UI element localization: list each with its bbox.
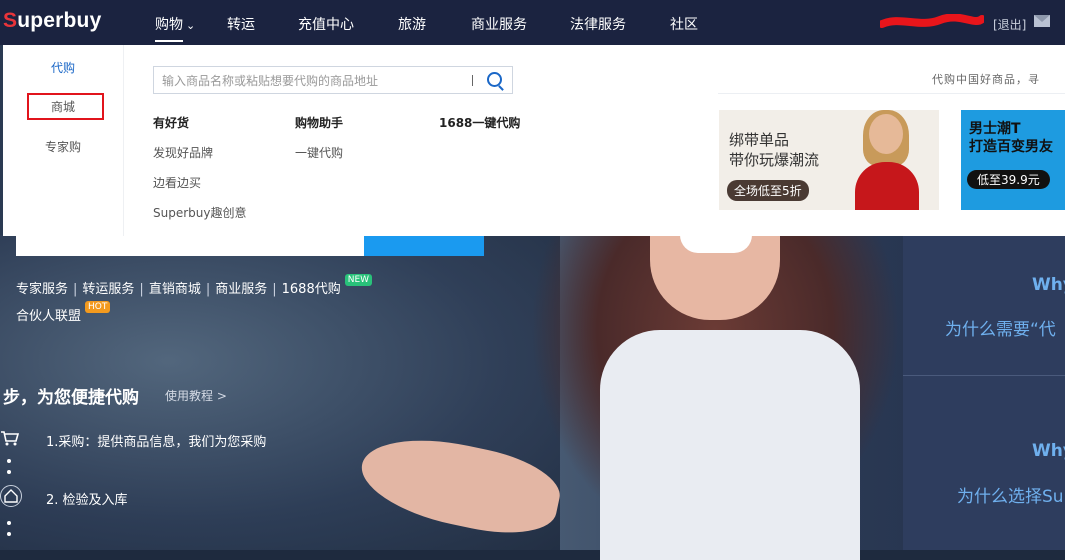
nav-recharge-center[interactable]: 充值中心 [298,14,354,34]
step-dot [7,532,11,536]
why-subheading-2[interactable]: 为什么选择Su [957,482,1064,507]
hero-person-smile [680,235,752,253]
logo-text: uperbuy [17,9,102,32]
banner-line-2: 打造百变男友 [969,139,1053,155]
service-link-direct-mall[interactable]: 直销商城 [149,282,201,297]
banner-model-image [847,110,927,210]
separator: | [139,282,144,297]
service-links: 专家服务 | 转运服务 | 直销商城 | 商业服务 | 1688代购NEW [16,274,373,297]
search-divider [472,75,473,86]
separator: | [205,282,211,297]
banner-line-1: 男士潮T [969,121,1021,137]
hero-person-shirt [600,330,860,560]
logout-link[interactable]: [退出] [993,16,1026,33]
sidebar-item-expert-buy[interactable]: 专家购 [3,138,123,155]
partner-label: 合伙人联盟 [16,309,82,324]
redacted-username [880,14,984,28]
banner-price-tag: 低至39.9元 [967,170,1050,189]
service-link-1688[interactable]: 1688代购 [282,282,341,297]
step-dot [7,470,11,474]
service-link-forwarding[interactable]: 转运服务 [82,282,134,297]
step-2-text: 2. 检验及入库 [46,493,128,508]
menu-item-discover-brands[interactable]: 发现好品牌 [153,144,213,161]
search-icon[interactable] [487,72,502,87]
new-badge: NEW [344,274,373,286]
nav-shopping[interactable]: 购物 ⌄ [155,14,196,42]
why-subheading-1[interactable]: 为什么需要“代 [945,315,1056,340]
banner-line-1: 绑带单品 [729,131,790,149]
separator: | [73,282,78,297]
column-head-good-finds[interactable]: 有好货 [153,114,189,131]
shopping-dropdown-menu: 代购 商城 专家购 有好货 发现好品牌 边看边买 Superbuy趣创意 购物助… [3,45,1065,236]
service-link-business[interactable]: 商业服务 [215,282,267,297]
menu-item-one-click-daigou[interactable]: 一键代购 [295,144,343,161]
product-search-input[interactable] [160,72,464,90]
hero-search-input[interactable] [16,236,364,256]
cart-icon [0,428,20,448]
why-divider [903,375,1065,376]
dropdown-sidebar: 代购 商城 专家购 [3,45,124,236]
step-1-text: 1.采购：提供商品信息，我们为您采购 [46,435,267,450]
nav-shopping-label: 购物 [155,17,183,42]
logo-letter: S [3,9,18,32]
promo-banner-mens-tees[interactable]: 男士潮T 打造百变男友 低至39.9元 [961,110,1065,210]
nav-forwarding[interactable]: 转运 [227,14,255,34]
why-heading-2: Why [1032,441,1065,461]
separator: | [272,282,277,297]
product-search-box [153,66,513,94]
service-link-expert[interactable]: 专家服务 [16,282,68,297]
hero-person-image [353,235,900,560]
why-heading-1: Why [1032,275,1065,295]
step-dot [7,521,11,525]
nav-legal-services[interactable]: 法律服务 [570,14,626,34]
menu-item-superbuy-creative[interactable]: Superbuy趣创意 [153,204,246,221]
slogan-divider [718,93,1065,94]
hero-search-button[interactable] [364,236,484,256]
banner-line-2: 带你玩爆潮流 [729,151,820,169]
mall-highlight-box [27,93,104,120]
home-icon [0,485,22,507]
nav-community[interactable]: 社区 [670,14,698,34]
partner-alliance-link[interactable]: 合伙人联盟HOT [16,301,111,324]
nav-travel[interactable]: 旅游 [398,14,426,34]
dropdown-slogan: 代购中国好商品，寻 [932,73,1040,86]
hot-badge: HOT [85,301,111,313]
nav-business-services[interactable]: 商业服务 [471,14,527,34]
sidebar-item-daigou[interactable]: 代购 [3,59,123,76]
top-nav-bar: Superbuy 购物 ⌄ 转运 充值中心 旅游 商业服务 法律服务 社区 [退出… [0,0,1065,45]
menu-item-watch-and-buy[interactable]: 边看边买 [153,174,201,191]
promo-banner-strap-items[interactable]: 绑带单品 带你玩爆潮流 全场低至5折 [719,110,939,210]
mail-icon[interactable] [1034,15,1050,27]
model-red-top [855,162,919,210]
model-head [869,114,903,154]
tutorial-link[interactable]: 使用教程 > [165,387,227,404]
column-head-1688-daigou[interactable]: 1688一键代购 [439,114,520,131]
banner-discount-tag: 全场低至5折 [727,180,809,201]
superbuy-logo[interactable]: Superbuy [3,9,101,33]
steps-title: 步，为您便捷代购 [3,388,139,408]
step-dot [7,459,11,463]
chevron-down-icon: ⌄ [186,19,196,32]
column-head-shopping-assistant[interactable]: 购物助手 [295,114,343,131]
